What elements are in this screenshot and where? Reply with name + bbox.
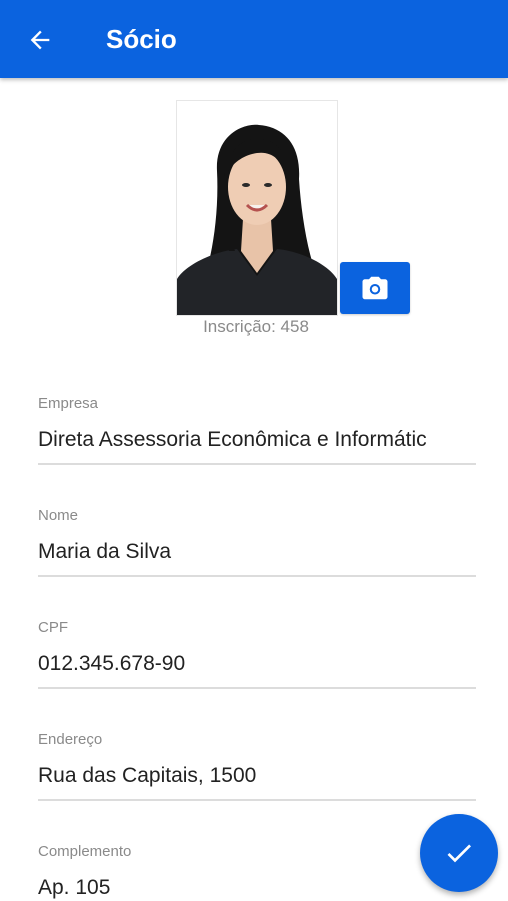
field-underline — [38, 463, 476, 465]
field-empresa[interactable]: Empresa Direta Assessoria Econômica e In… — [38, 394, 476, 465]
field-nome[interactable]: Nome Maria da Silva — [38, 506, 476, 577]
camera-icon — [362, 276, 388, 300]
cpf-input[interactable]: 012.345.678-90 — [38, 651, 476, 677]
empresa-input[interactable]: Direta Assessoria Econômica e Informátic — [38, 427, 476, 453]
field-label: Empresa — [38, 395, 99, 412]
field-label: CPF — [38, 619, 68, 636]
field-label: Nome — [38, 507, 79, 524]
complemento-input[interactable]: Ap. 105 — [38, 875, 476, 901]
back-button[interactable] — [20, 20, 60, 60]
field-underline — [38, 575, 476, 577]
endereco-input[interactable]: Rua das Capitais, 1500 — [38, 763, 476, 789]
registration-number: Inscrição: 458 — [203, 317, 309, 336]
field-endereco[interactable]: Endereço Rua das Capitais, 1500 — [38, 730, 476, 801]
app-bar: Sócio — [0, 0, 508, 78]
field-underline — [38, 799, 476, 801]
nome-input[interactable]: Maria da Silva — [38, 539, 476, 565]
field-complemento[interactable]: Complemento Ap. 105 — [38, 842, 476, 901]
field-label: Endereço — [38, 731, 103, 748]
change-photo-button[interactable] — [340, 262, 410, 314]
field-label: Complemento — [38, 843, 132, 860]
save-button[interactable] — [420, 814, 498, 892]
arrow-left-icon — [30, 30, 50, 50]
field-cpf[interactable]: CPF 012.345.678-90 — [38, 618, 476, 689]
field-underline — [38, 687, 476, 689]
page-title: Sócio — [106, 24, 177, 54]
profile-photo — [176, 100, 338, 316]
check-icon — [447, 844, 471, 863]
